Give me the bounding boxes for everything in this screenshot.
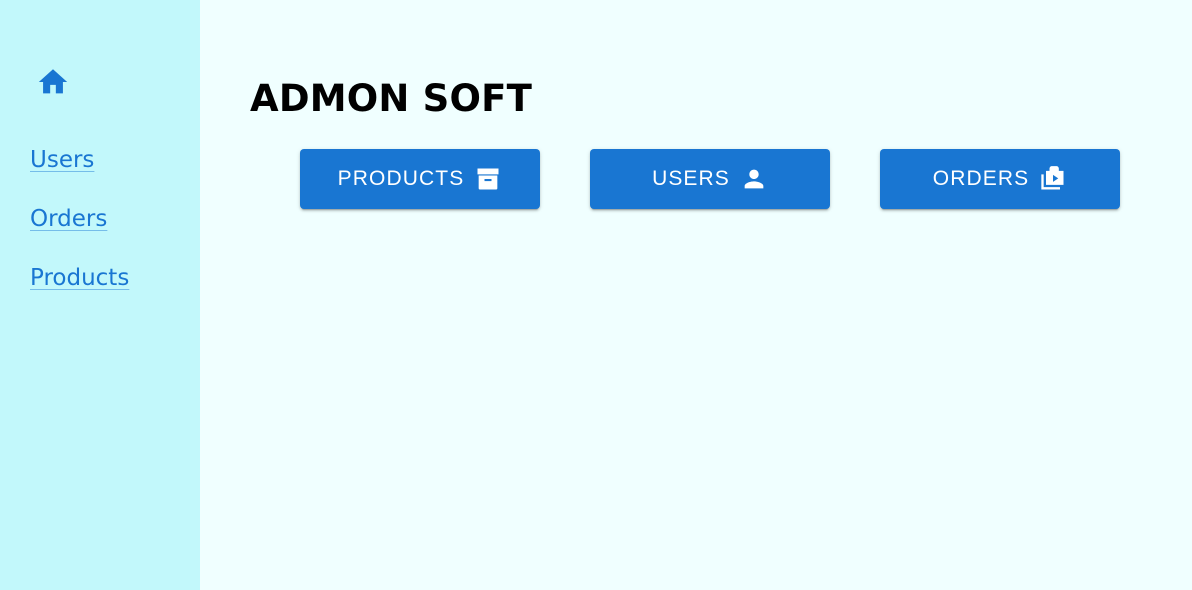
sidebar: Users Orders Products — [0, 0, 200, 590]
sidebar-item-orders: Orders — [30, 204, 129, 263]
archive-icon — [474, 165, 502, 193]
main-content: ADMON SOFT PRODUCTS USERS ORDERS — [200, 0, 1192, 590]
person-icon — [740, 165, 768, 193]
sidebar-link-users[interactable]: Users — [30, 147, 94, 173]
sidebar-link-orders[interactable]: Orders — [30, 206, 107, 232]
sidebar-item-users: Users — [30, 145, 129, 204]
users-button-label: USERS — [652, 167, 730, 190]
products-button-label: PRODUCTS — [337, 167, 465, 190]
orders-button[interactable]: ORDERS — [880, 149, 1120, 209]
sidebar-link-products[interactable]: Products — [30, 265, 129, 291]
sidebar-nav: Users Orders Products — [30, 145, 129, 322]
sidebar-item-products: Products — [30, 263, 129, 322]
app-root: Users Orders Products ADMON SOFT PRODUCT… — [0, 0, 1192, 590]
home-icon — [38, 69, 68, 94]
work-history-icon — [1039, 165, 1067, 193]
page-title: ADMON SOFT — [250, 77, 533, 120]
users-button[interactable]: USERS — [590, 149, 830, 209]
orders-button-label: ORDERS — [932, 167, 1030, 190]
products-button[interactable]: PRODUCTS — [300, 149, 540, 209]
home-link[interactable] — [34, 65, 72, 99]
